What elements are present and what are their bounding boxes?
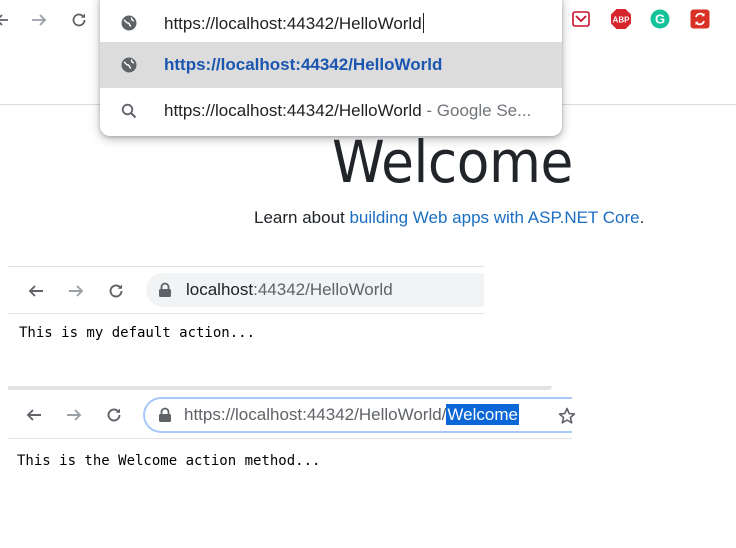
address-bar[interactable]: localhost:44342/HelloWorld [146, 273, 484, 307]
address-path: :44342/HelloWorld [253, 280, 393, 299]
address-text: localhost:44342/HelloWorld [186, 280, 393, 300]
bookmark-button[interactable] [555, 404, 579, 428]
omnibox-suggestion-url[interactable]: https://localhost:44342/HelloWorld [100, 42, 562, 88]
forward-button[interactable] [27, 8, 51, 32]
suggestion-label: https://localhost:44342/HelloWorld [164, 101, 422, 120]
omnibox-text[interactable]: https://localhost:44342/HelloWorld [164, 12, 424, 34]
omnibox-value: https://localhost:44342/HelloWorld [164, 13, 422, 33]
intro-prefix: Learn about [254, 208, 350, 227]
lock-icon [158, 282, 172, 303]
reload-button[interactable] [102, 403, 126, 427]
suggestion-suffix: - Google Se... [421, 101, 532, 120]
mcafee-icon[interactable] [571, 9, 591, 29]
page-body-text: This is my default action... [19, 325, 256, 341]
abp-label: ABP [613, 16, 631, 25]
arrow-right-icon [67, 409, 82, 421]
omnibox-input[interactable]: https://localhost:44342/HelloWorld [100, 0, 562, 46]
reload-button[interactable] [67, 8, 91, 32]
reload-button[interactable] [104, 279, 128, 303]
suggestion-text: https://localhost:44342/HelloWorld - Goo… [164, 101, 531, 121]
address-selection: Welcome [446, 404, 519, 425]
arrow-left-icon [28, 285, 43, 297]
forward-button[interactable] [64, 279, 88, 303]
reload-icon [107, 408, 121, 422]
text-caret [422, 12, 424, 33]
address-host: localhost [186, 280, 254, 299]
globe-icon [120, 14, 138, 32]
back-button[interactable] [24, 279, 48, 303]
grammarly-icon[interactable]: G [650, 9, 670, 29]
intro-text: Learn about building Web apps with ASP.N… [254, 208, 644, 228]
adblock-plus-icon[interactable]: ABP [610, 8, 632, 30]
screenshot-edge [572, 390, 736, 440]
address-prefix: https://localhost [184, 405, 303, 424]
omnibox-dropdown: https://localhost:44342/HelloWorld https… [100, 0, 562, 136]
lock-icon [158, 407, 172, 428]
back-button[interactable] [0, 8, 14, 32]
sync-extension-icon[interactable] [690, 9, 710, 29]
grammarly-label: G [655, 12, 665, 27]
page-body-text: This is the Welcome action method... [17, 453, 321, 469]
address-text: https://localhost:44342/HelloWorld/Welco… [184, 404, 519, 425]
arrow-right-icon [69, 285, 84, 297]
reload-icon [109, 284, 123, 298]
suggestion-label: https://localhost:44342/HelloWorld [164, 55, 443, 74]
reload-icon [72, 13, 86, 27]
intro-suffix: . [639, 208, 645, 227]
page-title: Welcome [332, 128, 573, 196]
globe-icon [120, 56, 138, 74]
docs-link[interactable]: building Web apps with ASP.NET Core [349, 208, 639, 227]
arrow-right-icon [32, 14, 47, 26]
back-button[interactable] [22, 403, 46, 427]
forward-button[interactable] [62, 403, 86, 427]
address-bar-focused[interactable]: https://localhost:44342/HelloWorld/Welco… [143, 397, 583, 433]
search-icon [120, 102, 138, 120]
arrow-left-icon [0, 14, 8, 26]
address-path: :44342/HelloWorld/ [302, 405, 447, 424]
star-icon [558, 407, 576, 424]
arrow-left-icon [26, 409, 41, 421]
